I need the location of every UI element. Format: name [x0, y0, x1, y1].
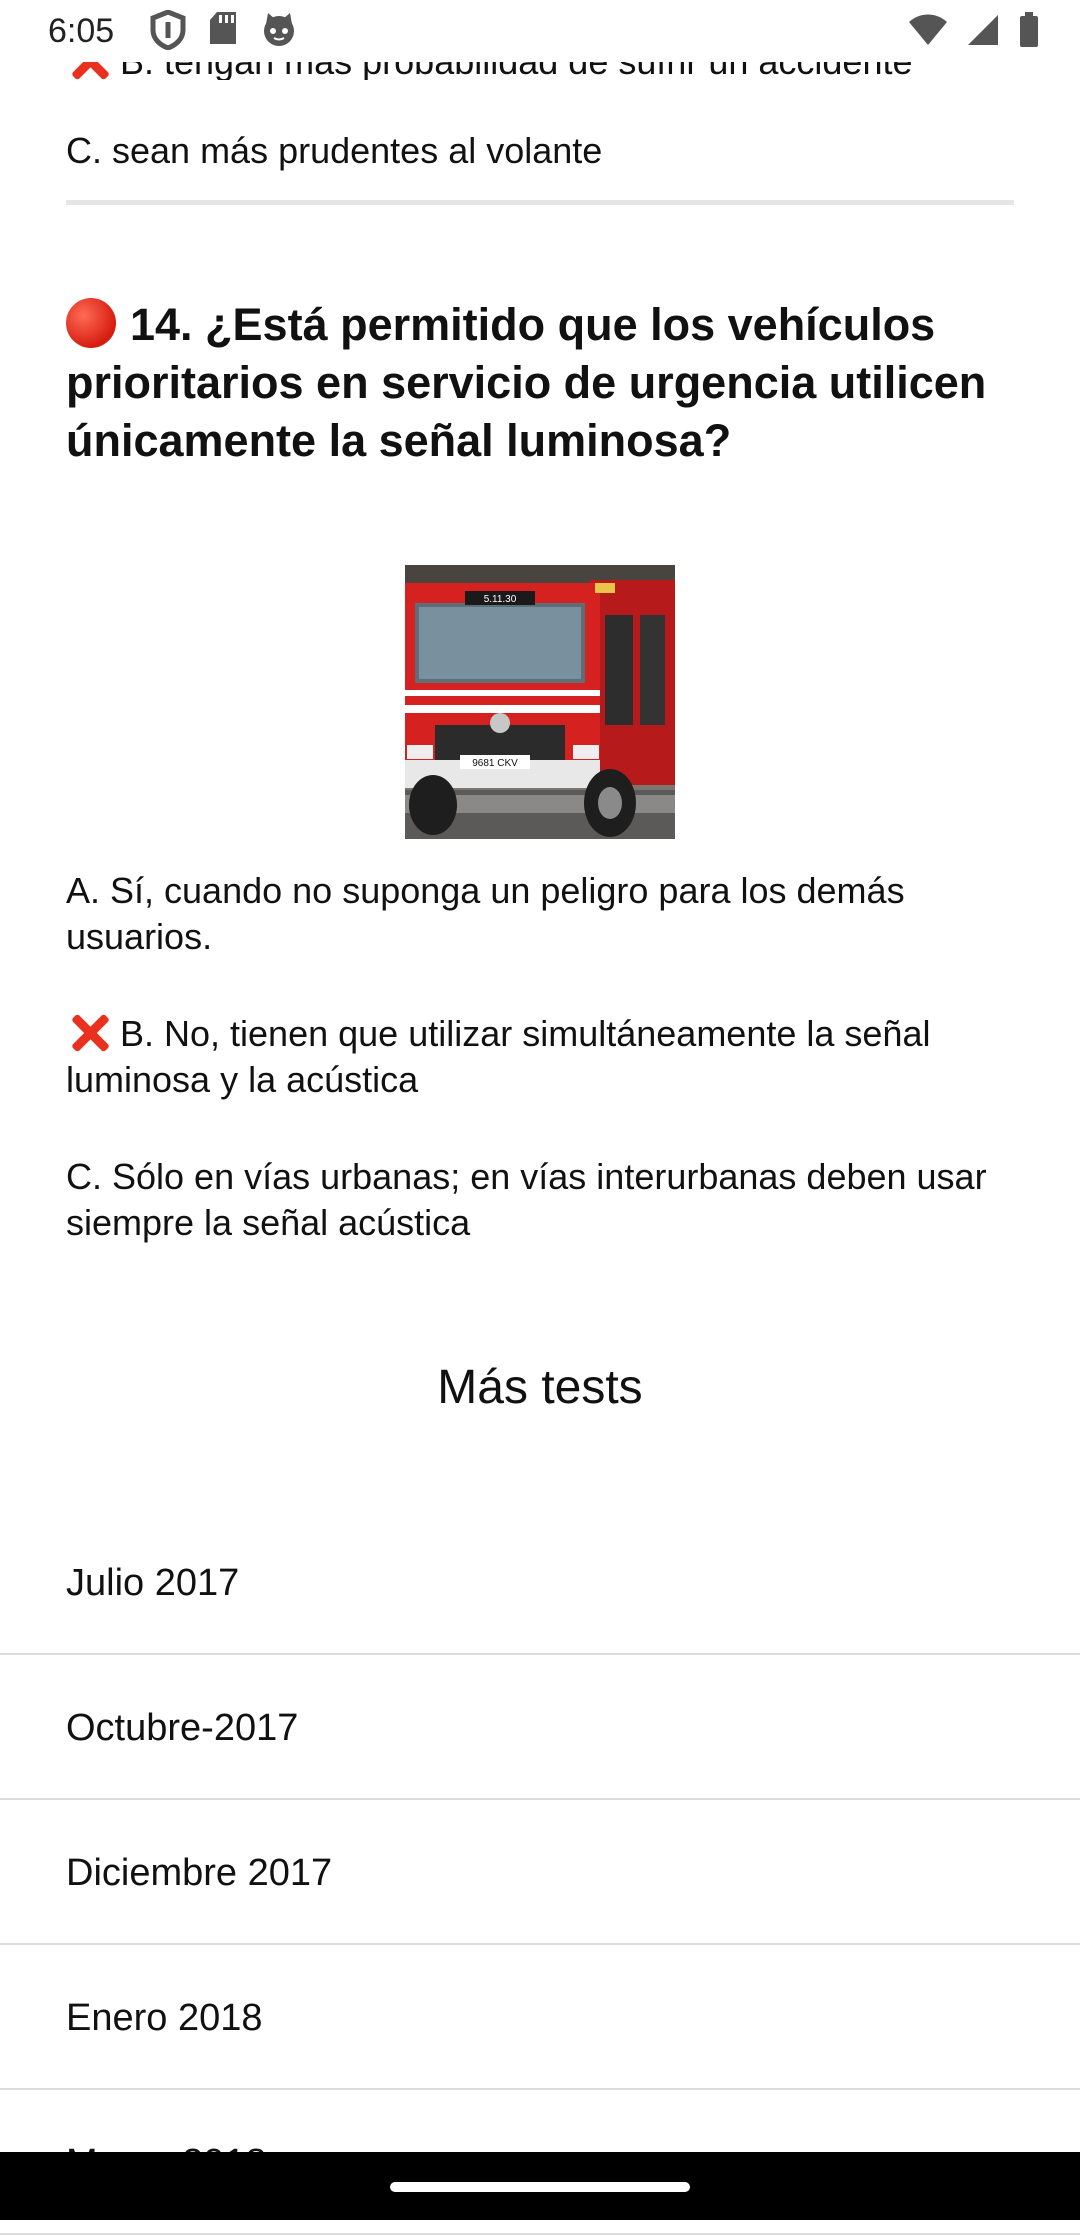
notification-icons [150, 10, 298, 50]
svg-text:5.11.30: 5.11.30 [484, 594, 517, 605]
question-divider [66, 200, 1014, 205]
question-title: 14. ¿Está permitido que los vehículos pr… [66, 296, 1016, 470]
answer-a: A. Sí, cuando no suponga un peligro para… [66, 870, 905, 957]
svg-text:9681 CKV: 9681 CKV [472, 758, 518, 769]
wrong-answer-icon [66, 1012, 110, 1052]
question-text: 14. ¿Está permitido que los vehículos pr… [66, 299, 987, 466]
fire-truck-illustration: 5.11.30 9681 CKV [405, 565, 675, 839]
cat-face-icon [264, 13, 294, 46]
more-tests-list: Julio 2017 Octubre-2017 Diciembre 2017 E… [0, 1510, 1080, 2235]
answer-c: C. Sólo en vías urbanas; en vías interur… [66, 1156, 987, 1243]
sd-card-icon [210, 12, 236, 44]
previous-answer-c: C. sean más prudentes al volante [66, 130, 603, 171]
fire-truck-image: 5.11.30 9681 CKV [405, 565, 675, 839]
navigation-bar [0, 2152, 1080, 2220]
status-time: 6:05 [48, 12, 115, 50]
shield-icon [150, 10, 186, 50]
battery-icon [1020, 12, 1038, 47]
answer-b: B. No, tienen que utilizar simultáneamen… [66, 1012, 931, 1100]
wifi-icon [909, 14, 947, 45]
list-item[interactable]: Octubre-2017 [0, 1655, 1080, 1800]
list-item[interactable]: Diciembre 2017 [0, 1800, 1080, 1945]
list-item[interactable]: Enero 2018 [0, 1945, 1080, 2090]
red-circle-icon [66, 298, 116, 348]
more-tests-title: Más tests [437, 1361, 643, 1414]
system-icons [908, 12, 1040, 48]
signal-icon [968, 15, 998, 45]
status-bar: 6:05 [0, 0, 1080, 62]
list-item[interactable]: Julio 2017 [0, 1510, 1080, 1655]
home-gesture-handle[interactable] [390, 2182, 690, 2192]
